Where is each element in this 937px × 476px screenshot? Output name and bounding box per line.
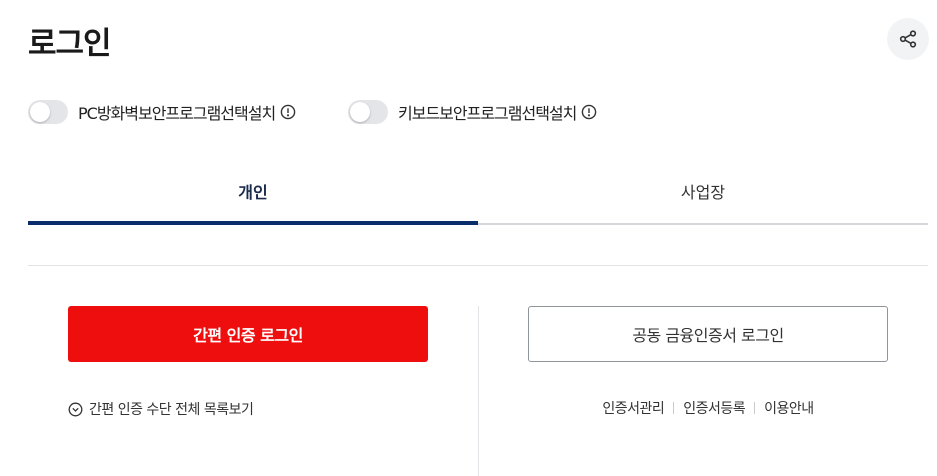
toggle-firewall[interactable] xyxy=(28,100,68,124)
toggle-keyboard[interactable] xyxy=(348,100,388,124)
cert-links: 인증서관리 인증서등록 이용안내 xyxy=(528,398,888,418)
link-separator xyxy=(754,402,756,414)
login-type-tabs: 개인 사업장 xyxy=(28,165,928,225)
cert-register-link[interactable]: 인증서등록 xyxy=(683,398,745,418)
info-icon[interactable] xyxy=(581,104,597,120)
simple-auth-list-link[interactable]: 간편 인증 수단 전체 목록보기 xyxy=(68,399,254,419)
chevron-down-circle-icon xyxy=(68,402,83,417)
page-title: 로그인 xyxy=(28,26,112,62)
toggle-firewall-row: PC방화벽보안프로그램선택설치 xyxy=(28,100,296,124)
toggle-keyboard-row: 키보드보안프로그램선택설치 xyxy=(348,100,597,124)
simple-auth-login-button[interactable]: 간편 인증 로그인 xyxy=(68,306,428,362)
usage-guide-link[interactable]: 이용안내 xyxy=(764,398,814,418)
toggle-keyboard-label: 키보드보안프로그램선택설치 xyxy=(398,104,577,123)
tab-business[interactable]: 사업장 xyxy=(478,165,928,223)
cert-manage-link[interactable]: 인증서관리 xyxy=(602,398,664,418)
share-icon xyxy=(899,30,917,48)
joint-cert-login-button[interactable]: 공동 금융인증서 로그인 xyxy=(528,306,888,362)
tab-personal[interactable]: 개인 xyxy=(28,165,478,225)
simple-auth-list-label: 간편 인증 수단 전체 목록보기 xyxy=(89,402,254,418)
column-divider xyxy=(478,306,479,476)
link-separator xyxy=(673,402,675,414)
section-divider xyxy=(28,265,928,266)
share-button[interactable] xyxy=(887,18,929,60)
info-icon[interactable] xyxy=(280,104,296,120)
toggle-firewall-label: PC방화벽보안프로그램선택설치 xyxy=(78,104,276,123)
